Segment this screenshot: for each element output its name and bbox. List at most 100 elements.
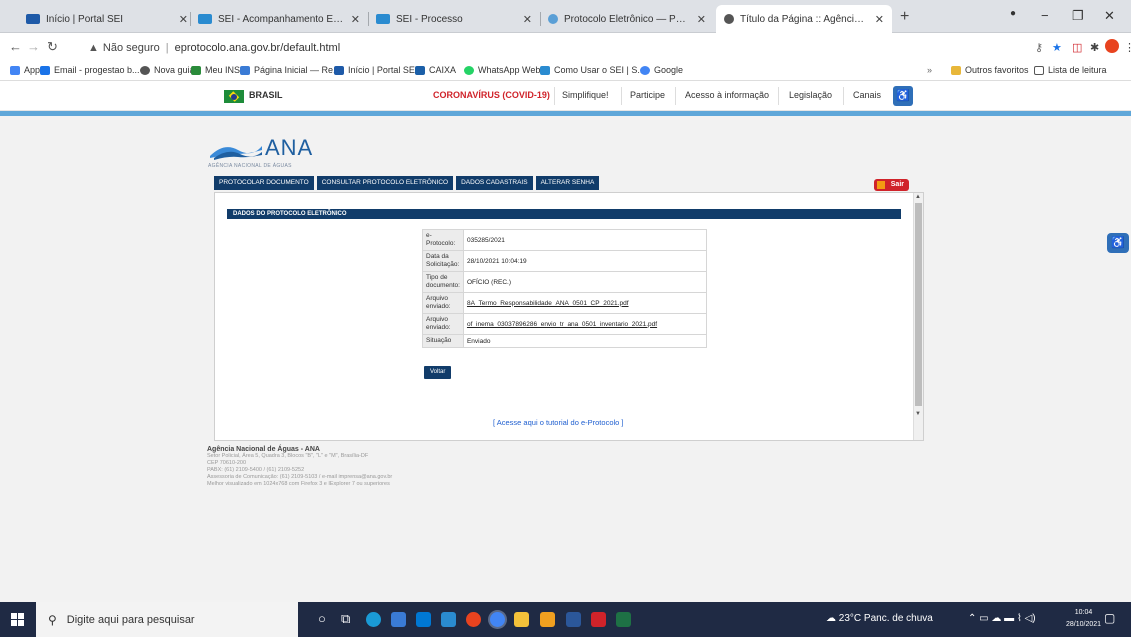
- bookmark-email[interactable]: Email - progestao b...: [40, 65, 140, 75]
- weather-widget[interactable]: ☁ 23°C Panc. de chuva: [826, 613, 933, 624]
- bookmark-outros-favoritos[interactable]: Outros favoritos: [951, 65, 1029, 75]
- bookmark-meu-inss[interactable]: Meu INSS: [191, 65, 246, 75]
- acesso-informacao-link[interactable]: Acesso à informação: [685, 90, 769, 100]
- cloud-icon: ☁: [826, 613, 839, 624]
- tab-title: Protocolo Eletrônico — Português: [564, 13, 691, 25]
- menu-dots-icon[interactable]: ⋮: [1124, 41, 1131, 54]
- legislacao-link[interactable]: Legislação: [789, 90, 832, 100]
- menu-protocolar-documento[interactable]: PROTOCOLAR DOCUMENTO: [214, 176, 314, 190]
- panel-scrollbar[interactable]: ▲ ▼: [913, 193, 923, 440]
- reload-icon[interactable]: ↻: [47, 39, 58, 55]
- profile-dot-icon[interactable]: ●: [1010, 8, 1016, 19]
- simplifique-link[interactable]: Simplifique!: [562, 90, 609, 100]
- table-row: Situação Enviado: [422, 334, 708, 348]
- brazil-flag-icon: [224, 90, 244, 103]
- windows-start-icon[interactable]: [11, 613, 24, 626]
- edge-icon[interactable]: [366, 612, 381, 627]
- table-row: Data da Solicitação: 28/10/2021 10:04:19: [422, 250, 708, 272]
- store-icon[interactable]: [441, 612, 456, 627]
- bookmark-whatsapp[interactable]: WhatsApp Web: [464, 65, 540, 75]
- bookmark-label: Início | Portal SEI: [348, 65, 418, 75]
- tab-portal-sei[interactable]: Início | Portal SEI ✕: [18, 5, 196, 33]
- clock-time: 10:04: [1074, 609, 1093, 616]
- footer-line: Melhor visualizado em 1024x768 com Firef…: [207, 481, 390, 487]
- scroll-up-icon[interactable]: ▲: [915, 194, 921, 200]
- url-separator: |: [165, 41, 169, 54]
- section-title: DADOS DO PROTOCOLO ELETRÔNICO: [227, 209, 901, 219]
- forward-arrow-icon[interactable]: →: [27, 39, 40, 54]
- folder-icon[interactable]: [514, 612, 529, 627]
- system-clock[interactable]: 10:04 28/10/2021: [1066, 607, 1101, 631]
- table-row: Tipo de documento: OFÍCIO (REC.): [422, 271, 708, 293]
- covid-link[interactable]: CORONAVÍRUS (COVID-19): [433, 90, 550, 100]
- chrome-icon[interactable]: [490, 612, 505, 627]
- cortana-icon[interactable]: ○: [318, 611, 326, 626]
- avatar[interactable]: [1105, 39, 1119, 53]
- row-value: 28/10/2021 10:04:19: [462, 250, 708, 272]
- restore-button[interactable]: ❐: [1072, 8, 1084, 24]
- row-label: Situação: [422, 334, 464, 348]
- bookmarks-overflow-icon[interactable]: »: [927, 65, 932, 75]
- canais-link[interactable]: Canais: [853, 90, 881, 100]
- menu-consultar-protocolo[interactable]: CONSULTAR PROTOCOLO ELETRÔNICO: [316, 176, 454, 190]
- inss-icon: [191, 65, 201, 75]
- star-icon[interactable]: ★: [1052, 41, 1062, 54]
- close-icon[interactable]: ✕: [351, 13, 360, 26]
- close-window-button[interactable]: ✕: [1104, 8, 1115, 24]
- footer-line: Setor Policial, Área 5, Quadra 3, Blocos…: [207, 453, 369, 459]
- firefox-icon[interactable]: [466, 612, 481, 627]
- voltar-button[interactable]: Voltar: [424, 366, 452, 379]
- scrollbar-thumb[interactable]: [915, 203, 922, 406]
- tab-sei-acompanhamento[interactable]: SEI - Acompanhamento Especial ✕: [190, 5, 368, 33]
- back-arrow-icon[interactable]: ←: [9, 39, 22, 54]
- close-icon[interactable]: ✕: [179, 13, 188, 26]
- tab-protocolo-eletronico[interactable]: Protocolo Eletrônico — Português ✕: [540, 5, 714, 33]
- bookmark-google[interactable]: Google: [640, 65, 683, 75]
- tray-icons[interactable]: ⌃ ▭ ☁ ▬ ⌇ ◁): [968, 613, 1036, 624]
- exit-arrow-icon: [877, 181, 885, 189]
- excel-icon[interactable]: [616, 612, 631, 627]
- bookmark-pagina-inicial[interactable]: Página Inicial — Re...: [240, 65, 341, 75]
- close-icon[interactable]: ✕: [697, 13, 706, 26]
- bookmark-lista-leitura[interactable]: Lista de leitura: [1034, 65, 1107, 75]
- new-tab-button[interactable]: +: [900, 8, 909, 26]
- bookmark-portal-sei[interactable]: Início | Portal SEI: [334, 65, 417, 75]
- row-label: Arquivo enviado:: [422, 292, 464, 314]
- bookmark-caixa[interactable]: CAIXA: [415, 65, 456, 75]
- sair-button[interactable]: Sair: [874, 179, 909, 191]
- accessibility-icon[interactable]: ♿: [893, 86, 913, 106]
- taskbar-search-box[interactable]: ⚲ Digite aqui para pesquisar: [36, 602, 298, 637]
- mail-icon[interactable]: [416, 612, 431, 627]
- acrobat-icon[interactable]: [591, 612, 606, 627]
- minimize-button[interactable]: −: [1041, 8, 1049, 23]
- key-icon[interactable]: ⚷: [1035, 41, 1043, 54]
- tutorial-link[interactable]: [ Acesse aqui o tutorial do e-Protocolo …: [493, 418, 624, 427]
- url-text[interactable]: eprotocolo.ana.gov.br/default.html: [175, 42, 341, 54]
- bookmark-nova-guia[interactable]: Nova guia: [140, 65, 195, 75]
- puzzle-icon[interactable]: ✱: [1090, 41, 1099, 54]
- participe-link[interactable]: Participe: [630, 90, 665, 100]
- vlibras-accessibility-icon[interactable]: ♿: [1107, 233, 1129, 253]
- word-icon[interactable]: [566, 612, 581, 627]
- menu-alterar-senha[interactable]: ALTERAR SENHA: [535, 176, 600, 190]
- sticky-app-icon[interactable]: [540, 612, 555, 627]
- file-link[interactable]: of_inema_03037896286_envio_tr_ana_0501_i…: [467, 321, 657, 328]
- file-link[interactable]: 8A_Termo_Responsabilidade_ANA_0501_CP_20…: [467, 300, 629, 307]
- caixa-icon: [415, 65, 425, 75]
- scroll-down-icon[interactable]: ▼: [915, 411, 921, 417]
- tab-sei-processo[interactable]: SEI - Processo ✕: [368, 5, 540, 33]
- notification-icon[interactable]: ▢: [1104, 611, 1115, 625]
- ana-logo-text[interactable]: ANA: [265, 135, 313, 161]
- bookmark-label: CAIXA: [429, 65, 457, 75]
- menu-dados-cadastrais[interactable]: DADOS CADASTRAIS: [456, 176, 533, 190]
- task-view-icon[interactable]: ⧉: [341, 611, 350, 627]
- close-icon[interactable]: ✕: [875, 13, 884, 26]
- tab-agencia-nacional[interactable]: Título da Página :: Agência Nacio ✕: [716, 5, 892, 33]
- address-bar[interactable]: ▲ Não seguro | eprotocolo.ana.gov.br/def…: [88, 37, 1028, 58]
- table-row: Arquivo enviado: of_inema_03037896286_en…: [422, 313, 708, 335]
- file-explorer-icon[interactable]: [391, 612, 406, 627]
- brasil-link[interactable]: BRASIL: [249, 90, 283, 100]
- pocket-extension-icon[interactable]: ◫: [1072, 41, 1082, 54]
- close-icon[interactable]: ✕: [523, 13, 532, 26]
- bookmark-como-usar-sei[interactable]: Como Usar o SEI | S...: [540, 65, 645, 75]
